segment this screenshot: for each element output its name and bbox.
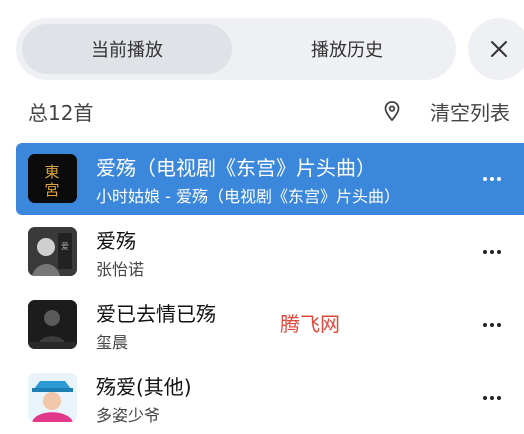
song-title: 殇爱(其他) [96,375,192,399]
svg-text:宮: 宮 [44,181,59,199]
total-count: 总12首 [28,101,94,125]
location-pin-icon[interactable] [380,99,404,123]
song-title: 爱已去情已殇 [96,302,216,326]
cover-photo [28,373,77,422]
song-row-playing[interactable]: 東 宮 爱殇（电视剧《东宫》片头曲） 小时姑娘 - 爱殇（电视剧《东宫》片头曲） [16,143,524,215]
song-title: 爱殇（电视剧《东宫》片头曲） [96,156,376,180]
song-artist: 多姿少爷 [96,406,161,425]
tab-play-history[interactable]: 播放历史 [242,24,452,74]
more-icon[interactable] [478,240,506,264]
svg-text:東: 東 [44,163,59,181]
more-icon[interactable] [478,167,506,191]
song-cover: 爱 [28,227,77,276]
cover-photo: 爱 [28,227,77,276]
close-button[interactable] [468,18,524,80]
song-row[interactable]: 殇爱(其他) 多姿少爷 [16,362,524,434]
song-row[interactable]: 爱已去情已殇 玺晨 [16,289,524,361]
song-row[interactable]: 爱 爱殇 张怡诺 [16,216,524,288]
tab-current-playing[interactable]: 当前播放 [22,24,232,74]
more-icon[interactable] [478,386,506,410]
song-cover [28,373,77,422]
song-artist: 小时姑娘 - 爱殇（电视剧《东宫》片头曲） [96,187,400,206]
clear-list-button[interactable]: 清空列表 [430,97,510,126]
song-artist: 张怡诺 [96,260,145,279]
song-artist: 玺晨 [96,333,129,352]
svg-text:爱: 爱 [61,242,69,251]
cover-art-dongong: 東 宮 [28,154,77,203]
song-cover [28,300,77,349]
playlist-tabs: 当前播放 播放历史 [16,18,456,80]
close-icon [491,41,507,57]
playlist-header: 总12首 清空列表 [0,90,524,130]
song-title: 爱殇 [96,229,136,253]
more-icon[interactable] [478,313,506,337]
cover-photo [28,300,77,349]
watermark-text: 腾飞网 [280,312,340,336]
song-cover: 東 宮 [28,154,77,203]
